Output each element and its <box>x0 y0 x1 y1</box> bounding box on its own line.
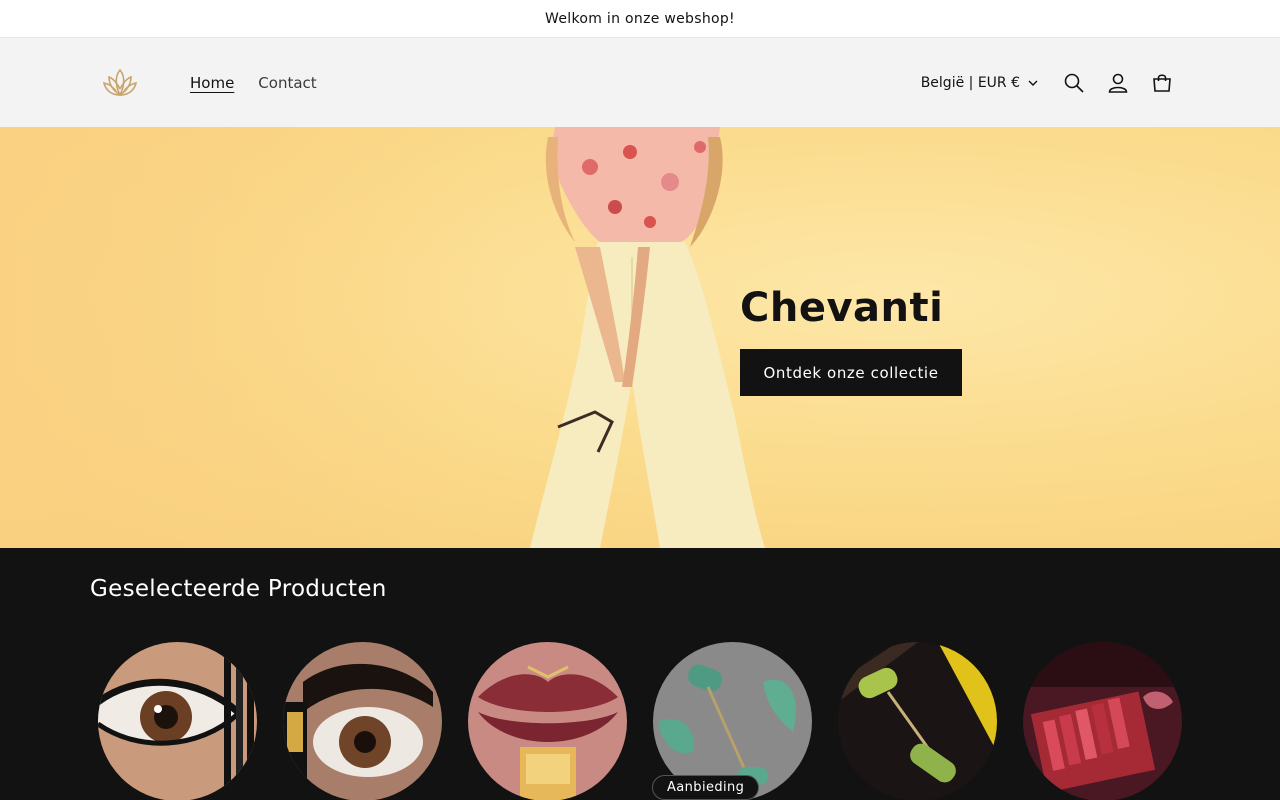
announcement-bar: Welkom in onze webshop! <box>0 0 1280 38</box>
hero-background <box>0 127 500 548</box>
shop-collection-button[interactable]: Ontdek onze collectie <box>740 349 962 396</box>
account-icon[interactable] <box>1096 61 1140 105</box>
hero-banner: Chevanti Ontdek onze collectie <box>0 127 1280 548</box>
product-image-lipstick <box>468 642 627 800</box>
site-header: Home Contact België | EUR € <box>0 38 1280 127</box>
header-actions: België | EUR € <box>921 61 1184 105</box>
chevron-down-icon <box>1028 80 1038 86</box>
product-card[interactable] <box>838 642 997 800</box>
product-card[interactable] <box>283 642 442 800</box>
hero-content: Chevanti Ontdek onze collectie <box>740 285 962 396</box>
section-title: Geselecteerde Producten <box>90 576 387 602</box>
product-card[interactable] <box>98 642 257 800</box>
product-image-mascara <box>283 642 442 800</box>
cart-icon[interactable] <box>1140 61 1184 105</box>
search-icon[interactable] <box>1052 61 1096 105</box>
product-image-lipstick-set <box>1023 642 1182 800</box>
product-row <box>90 642 1190 800</box>
nav-contact-link[interactable]: Contact <box>258 74 316 92</box>
nav-home-link[interactable]: Home <box>190 74 234 92</box>
product-card[interactable] <box>468 642 627 800</box>
announcement-text: Welkom in onze webshop! <box>545 10 735 27</box>
country-currency-selector[interactable]: België | EUR € <box>921 75 1038 91</box>
product-card[interactable] <box>1023 642 1182 800</box>
main-nav: Home Contact <box>190 74 317 92</box>
sale-badge: Aanbieding <box>652 775 760 800</box>
country-currency-label: België | EUR € <box>920 74 1020 91</box>
product-image-jade-roller-gold <box>838 642 997 800</box>
lotus-logo-icon[interactable] <box>100 63 140 103</box>
featured-products-section: Geselecteerde Producten Aanbieding <box>0 548 1280 800</box>
hero-title: Chevanti <box>740 285 944 331</box>
product-image-eyeliner <box>98 642 257 800</box>
